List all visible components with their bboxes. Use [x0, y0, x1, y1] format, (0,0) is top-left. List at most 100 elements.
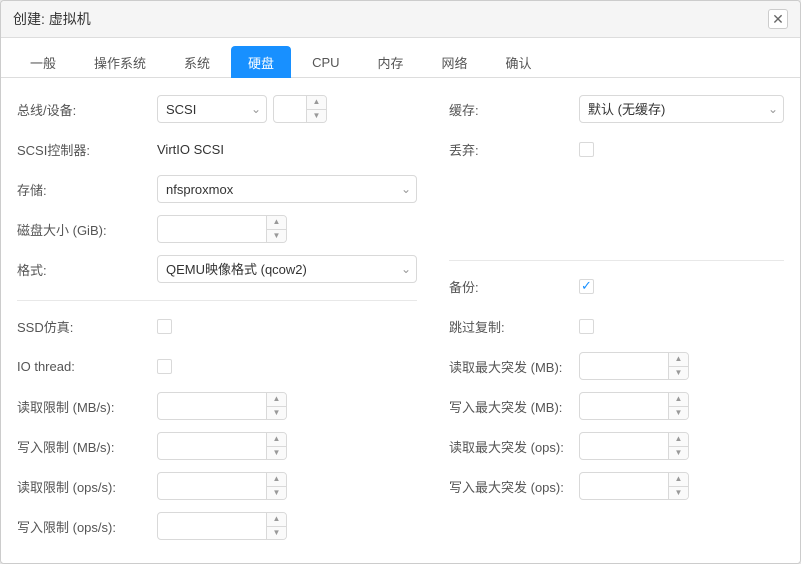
write-limit-ops-spinner: 无限 ▲ ▼ [157, 512, 287, 540]
bus-select[interactable]: SCSI [157, 95, 267, 123]
right-divider [449, 260, 784, 261]
format-select-wrapper: QEMU映像格式 (qcow2) [157, 255, 417, 283]
read-max-mb-up[interactable]: ▲ [669, 353, 688, 367]
write-limit-ops-row: 写入限制 (ops/s): 无限 ▲ ▼ [17, 511, 417, 541]
read-limit-mb-spinner: 无限 ▲ ▼ [157, 392, 287, 420]
ssd-row: SSD仿真: [17, 311, 417, 341]
tab-harddisk[interactable]: 硬盘 [231, 46, 291, 78]
main-window: 创建: 虚拟机 ✕ 一般 操作系统 系统 硬盘 CPU 内存 网络 确认 总线/… [0, 0, 801, 564]
write-max-ops-label: 写入最大突发 (ops): [449, 477, 579, 496]
left-divider [17, 300, 417, 301]
bus-num-up[interactable]: ▲ [307, 96, 326, 110]
write-limit-mb-down[interactable]: ▼ [267, 447, 286, 460]
read-max-ops-spin-btns: ▲ ▼ [668, 433, 688, 459]
write-max-ops-spin-btns: ▲ ▼ [668, 473, 688, 499]
cache-select[interactable]: 默认 (无缓存) [579, 95, 784, 123]
write-limit-ops-down[interactable]: ▼ [267, 527, 286, 540]
read-max-ops-label: 读取最大突发 (ops): [449, 437, 579, 456]
backup-checkbox[interactable] [579, 279, 594, 294]
discard-label: 丢弃: [449, 140, 579, 159]
right-section: 缓存: 默认 (无缓存) 丢弃: [449, 94, 784, 551]
format-label: 格式: [17, 260, 157, 279]
write-max-mb-spin-btns: ▲ ▼ [668, 393, 688, 419]
tab-network[interactable]: 网络 [425, 46, 485, 78]
write-max-mb-up[interactable]: ▲ [669, 393, 688, 407]
write-max-mb-down[interactable]: ▼ [669, 407, 688, 420]
tab-memory[interactable]: 内存 [361, 46, 421, 78]
tab-general[interactable]: 一般 [13, 46, 73, 78]
ssd-label: SSD仿真: [17, 317, 157, 336]
left-section: 总线/设备: SCSI 0 ▲ ▼ [17, 94, 417, 551]
storage-select-wrapper: nfsproxmox [157, 175, 417, 203]
disk-size-spinner: 32 ▲ ▼ [157, 215, 287, 243]
read-limit-mb-label: 读取限制 (MB/s): [17, 397, 157, 416]
skip-repl-checkbox[interactable] [579, 319, 594, 334]
write-max-ops-down[interactable]: ▼ [669, 487, 688, 500]
bus-device-row: 总线/设备: SCSI 0 ▲ ▼ [17, 94, 417, 124]
bus-select-group: SCSI 0 ▲ ▼ [157, 95, 417, 123]
tab-confirm[interactable]: 确认 [489, 46, 549, 78]
storage-select[interactable]: nfsproxmox [157, 175, 417, 203]
tab-cpu[interactable]: CPU [295, 48, 356, 76]
cache-row: 缓存: 默认 (无缓存) [449, 94, 784, 124]
disk-size-down[interactable]: ▼ [267, 230, 286, 243]
cache-select-wrapper: 默认 (无缓存) [579, 95, 784, 123]
write-limit-ops-spin-btns: ▲ ▼ [266, 513, 286, 539]
read-limit-mb-row: 读取限制 (MB/s): 无限 ▲ ▼ [17, 391, 417, 421]
bus-num-down[interactable]: ▼ [307, 110, 326, 123]
disk-label: 磁盘大小 (GiB): [17, 220, 157, 239]
tab-bar: 一般 操作系统 系统 硬盘 CPU 内存 网络 确认 [1, 38, 800, 78]
skip-repl-row: 跳过复制: [449, 311, 784, 341]
write-max-ops-row: 写入最大突发 (ops): 默认 ▲ ▼ [449, 471, 784, 501]
disk-size-up[interactable]: ▲ [267, 216, 286, 230]
write-max-mb-spinner: 默认 ▲ ▼ [579, 392, 689, 420]
read-max-mb-spinner: 默认 ▲ ▼ [579, 352, 689, 380]
io-thread-checkbox[interactable] [157, 359, 172, 374]
read-limit-ops-down[interactable]: ▼ [267, 487, 286, 500]
io-thread-label: IO thread: [17, 359, 157, 374]
read-max-ops-spinner: 默认 ▲ ▼ [579, 432, 689, 460]
scsi-label: SCSI控制器: [17, 140, 157, 159]
bus-num-spinner: 0 ▲ ▼ [273, 95, 327, 123]
disk-size-row: 磁盘大小 (GiB): 32 ▲ ▼ [17, 214, 417, 244]
read-limit-ops-spinner: 无限 ▲ ▼ [157, 472, 287, 500]
disk-size-spin-btns: ▲ ▼ [266, 216, 286, 242]
read-max-ops-up[interactable]: ▲ [669, 433, 688, 447]
tab-os[interactable]: 操作系统 [77, 46, 163, 78]
read-limit-ops-spin-btns: ▲ ▼ [266, 473, 286, 499]
format-select[interactable]: QEMU映像格式 (qcow2) [157, 255, 417, 283]
read-max-mb-label: 读取最大突发 (MB): [449, 357, 579, 376]
read-max-mb-row: 读取最大突发 (MB): 默认 ▲ ▼ [449, 351, 784, 381]
backup-row: 备份: [449, 271, 784, 301]
bus-num-spin-btns: ▲ ▼ [306, 96, 326, 122]
tab-system[interactable]: 系统 [167, 46, 227, 78]
discard-checkbox[interactable] [579, 142, 594, 157]
content-area: 总线/设备: SCSI 0 ▲ ▼ [1, 78, 800, 563]
backup-label: 备份: [449, 277, 579, 296]
read-max-ops-down[interactable]: ▼ [669, 447, 688, 460]
write-max-ops-up[interactable]: ▲ [669, 473, 688, 487]
write-limit-mb-label: 写入限制 (MB/s): [17, 437, 157, 456]
write-max-mb-row: 写入最大突发 (MB): 默认 ▲ ▼ [449, 391, 784, 421]
write-limit-mb-row: 写入限制 (MB/s): 无限 ▲ ▼ [17, 431, 417, 461]
scsi-controller-row: SCSI控制器: VirtIO SCSI [17, 134, 417, 164]
ssd-checkbox[interactable] [157, 319, 172, 334]
skip-repl-label: 跳过复制: [449, 317, 579, 336]
storage-label: 存储: [17, 180, 157, 199]
write-max-ops-spinner: 默认 ▲ ▼ [579, 472, 689, 500]
read-limit-mb-up[interactable]: ▲ [267, 393, 286, 407]
read-limit-mb-down[interactable]: ▼ [267, 407, 286, 420]
write-limit-ops-up[interactable]: ▲ [267, 513, 286, 527]
read-max-mb-down[interactable]: ▼ [669, 367, 688, 380]
read-limit-ops-up[interactable]: ▲ [267, 473, 286, 487]
write-limit-mb-spin-btns: ▲ ▼ [266, 433, 286, 459]
read-max-ops-row: 读取最大突发 (ops): 默认 ▲ ▼ [449, 431, 784, 461]
title-bar: 创建: 虚拟机 ✕ [1, 1, 800, 38]
io-thread-row: IO thread: [17, 351, 417, 381]
close-button[interactable]: ✕ [768, 9, 788, 29]
bus-select-wrapper: SCSI [157, 95, 267, 123]
read-limit-ops-label: 读取限制 (ops/s): [17, 477, 157, 496]
discard-row: 丢弃: [449, 134, 784, 164]
read-max-mb-spin-btns: ▲ ▼ [668, 353, 688, 379]
write-limit-mb-up[interactable]: ▲ [267, 433, 286, 447]
